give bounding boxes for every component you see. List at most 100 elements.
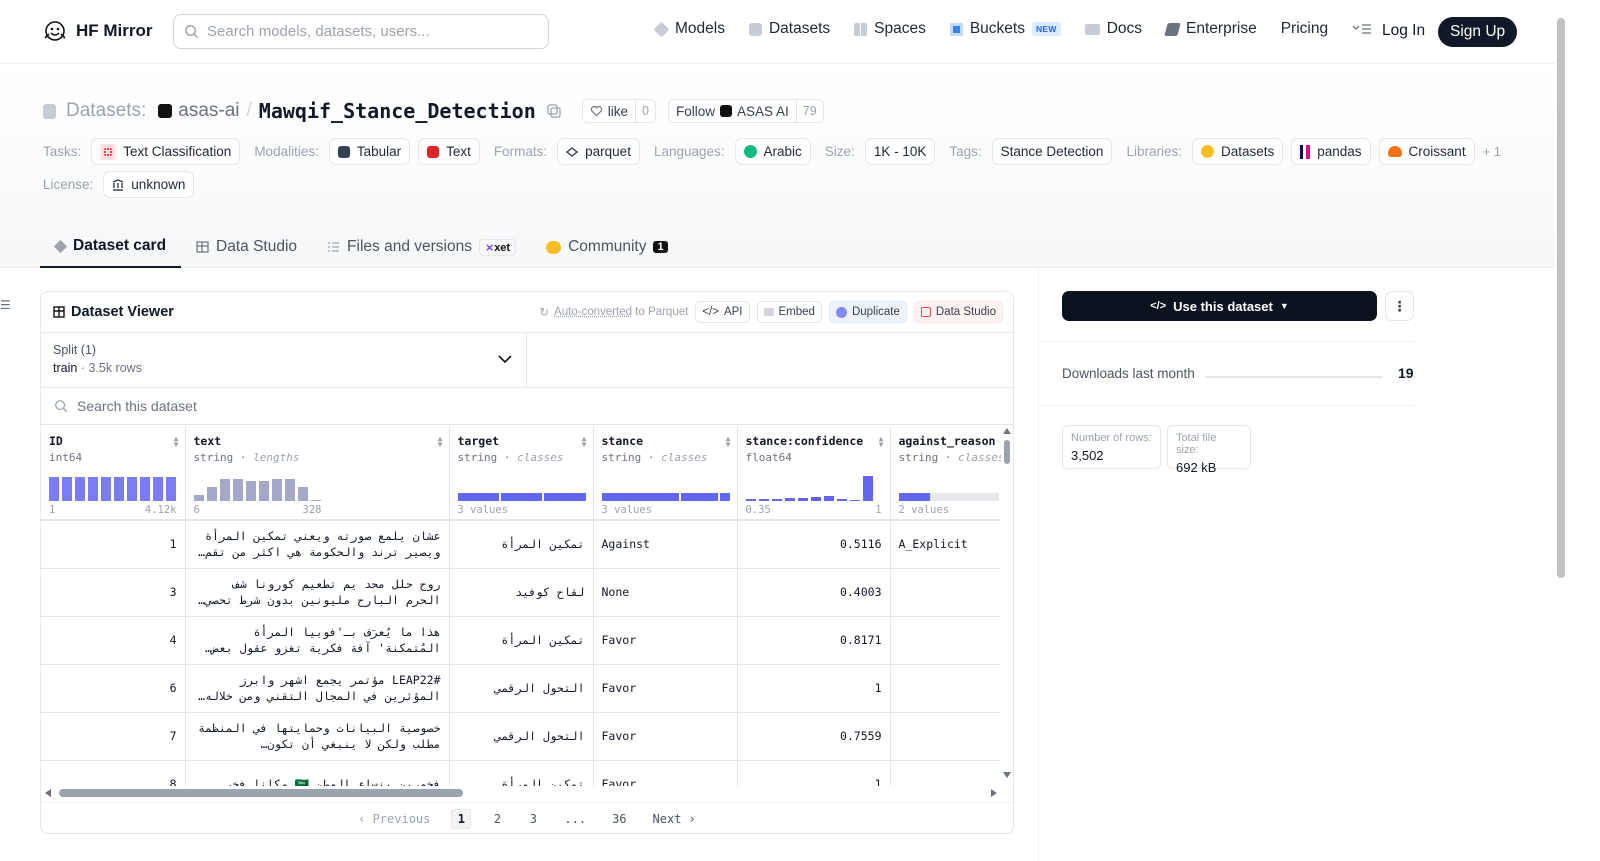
copy-icon[interactable] (546, 103, 562, 119)
cell-confidence[interactable]: 0.4003 (737, 568, 891, 617)
tag-modality-tabular[interactable]: Tabular (328, 138, 411, 165)
page-1-button[interactable]: 1 (451, 808, 472, 829)
page-2-button[interactable]: 2 (487, 810, 507, 828)
column-header-text[interactable]: text string · lengths ▲ ▼ 6 328 (185, 426, 450, 521)
page-scrollbar-thumb[interactable] (1557, 18, 1565, 578)
tag-topic[interactable]: Stance Detection (991, 138, 1113, 165)
tab-files-versions[interactable]: Files and versions ⨯xet (312, 226, 531, 268)
sort-icon[interactable]: ▲ ▼ (582, 435, 587, 449)
column-header-stance[interactable]: stance string · classes ▲ ▼ 3 values (593, 426, 738, 521)
table-row[interactable]: 8 فخورين بنساء الوطن 🇸🇦 وكلنا فخر تمكين ال… (41, 760, 1001, 786)
nav-enterprise[interactable]: Enterprise (1164, 20, 1257, 38)
search-input[interactable] (207, 23, 527, 40)
api-button[interactable]: </> API (695, 301, 750, 323)
cell-against-reason[interactable] (890, 568, 1001, 617)
cell-id[interactable]: 3 (41, 568, 186, 617)
cell-against-reason[interactable] (890, 712, 1001, 761)
nav-more-menu[interactable] (1352, 23, 1372, 35)
column-header-against-reason[interactable]: against_reason string · classes 2 values (890, 426, 1001, 521)
cell-against-reason[interactable]: A_Explicit (890, 520, 1001, 569)
like-button[interactable]: like 0 (581, 99, 656, 123)
cell-against-reason[interactable] (890, 664, 1001, 713)
previous-page-button[interactable]: ‹ Previous (353, 810, 435, 828)
tag-size[interactable]: 1K - 10K (864, 138, 936, 165)
cell-id[interactable]: 4 (41, 616, 186, 665)
cell-against-reason[interactable] (890, 616, 1001, 665)
global-search[interactable] (173, 14, 549, 49)
table-row[interactable]: 6 #LEAP22 مؤتمر يجمع اشهر وابرز المؤثرين … (41, 664, 1001, 713)
nav-spaces[interactable]: Spaces (854, 20, 926, 38)
page-36-button[interactable]: 36 (607, 810, 631, 828)
cell-target[interactable]: تمكين المرأة (449, 616, 594, 665)
page-scrollbar[interactable] (1555, 0, 1568, 861)
cell-text[interactable]: فخورين بنساء الوطن 🇸🇦 وكلنا فخر (185, 760, 450, 786)
cell-id[interactable]: 7 (41, 712, 186, 761)
cell-text[interactable]: #LEAP22 مؤتمر يجمع اشهر وابرز المؤثرين ف… (185, 664, 450, 713)
cell-confidence[interactable]: 0.7559 (737, 712, 891, 761)
tag-license[interactable]: unknown (103, 171, 195, 198)
more-options-button[interactable]: ⋮ (1385, 291, 1414, 321)
nav-docs[interactable]: Docs (1084, 20, 1142, 38)
tag-language[interactable]: Arabic (734, 138, 811, 165)
cell-stance[interactable]: Favor (593, 664, 738, 713)
nav-models[interactable]: Models (653, 20, 725, 38)
table-row[interactable]: 1 عشان يلمع صورته ويعني تمكين المرأة ويصي… (41, 520, 1001, 569)
page-3-button[interactable]: 3 (523, 810, 543, 828)
nav-pricing[interactable]: Pricing (1281, 20, 1328, 38)
cell-confidence[interactable]: 0.5116 (737, 520, 891, 569)
use-dataset-button[interactable]: </> Use this dataset ▼ (1062, 291, 1377, 321)
next-page-button[interactable]: Next › (648, 810, 701, 828)
cell-stance[interactable]: Favor (593, 712, 738, 761)
split-selector[interactable]: Split (1) train · 3.5k rows (41, 333, 527, 387)
sort-icon[interactable]: ▲ ▼ (879, 435, 884, 449)
more-libraries-link[interactable]: + 1 (1483, 144, 1501, 159)
follow-button[interactable]: Follow ASAS AI 79 (667, 99, 824, 123)
repo-owner[interactable]: asas-ai (178, 100, 239, 122)
cell-text[interactable]: خصوصية البيانات وحمايتها في المنظمة مطلب… (185, 712, 450, 761)
cell-confidence[interactable]: 1 (737, 760, 891, 786)
table-row[interactable]: 3 روح حلل محد يم تطعيم كورونا شف الحرم ال… (41, 568, 1001, 617)
tab-data-studio[interactable]: Data Studio (181, 226, 312, 268)
tag-library-pandas[interactable]: pandas (1291, 138, 1371, 165)
data-studio-button[interactable]: Data Studio (913, 301, 1003, 323)
tag-modality-text[interactable]: Text (418, 138, 480, 165)
cell-id[interactable]: 1 (41, 520, 186, 569)
cell-target[interactable]: التحول الرقمي (449, 664, 594, 713)
tag-format[interactable]: parquet (557, 138, 640, 165)
login-link[interactable]: Log In (1382, 22, 1425, 40)
sort-icon[interactable]: ▲ ▼ (726, 435, 731, 449)
tab-community[interactable]: Community 1 (531, 226, 683, 268)
cell-target[interactable]: تمكين المرأة (449, 760, 594, 786)
cell-stance[interactable]: Favor (593, 760, 738, 786)
cell-target[interactable]: التحول الرقمي (449, 712, 594, 761)
cell-stance[interactable]: Against (593, 520, 738, 569)
dataset-search-input[interactable] (77, 398, 477, 414)
sort-icon[interactable]: ▲ ▼ (174, 435, 179, 449)
cell-confidence[interactable]: 1 (737, 664, 891, 713)
signup-button[interactable]: Sign Up (1438, 17, 1518, 47)
table-row[interactable]: 4 هذا ما يُعرَف بـ'فوبيا المرأة المُتمكنة… (41, 616, 1001, 665)
cell-confidence[interactable]: 0.8171 (737, 616, 891, 665)
tag-library-datasets[interactable]: Datasets (1191, 138, 1284, 165)
nav-datasets[interactable]: Datasets (748, 20, 830, 38)
tab-dataset-card[interactable]: Dataset card (40, 226, 182, 268)
sort-icon[interactable]: ▲ ▼ (438, 435, 443, 449)
cell-stance[interactable]: None (593, 568, 738, 617)
cell-id[interactable]: 6 (41, 664, 186, 713)
vertical-scrollbar[interactable] (1002, 428, 1012, 778)
nav-buckets[interactable]: Buckets NEW (949, 20, 1061, 38)
table-row[interactable]: 7 خصوصية البيانات وحمايتها في المنظمة مطل… (41, 712, 1001, 761)
column-header-id[interactable]: ID int64 ▲ ▼ 1 4.12k (41, 426, 186, 521)
cell-text[interactable]: روح حلل محد يم تطعيم كورونا شف الحرم الب… (185, 568, 450, 617)
cell-text[interactable]: عشان يلمع صورته ويعني تمكين المرأة ويصير… (185, 520, 450, 569)
cell-text[interactable]: هذا ما يُعرَف بـ'فوبيا المرأة المُتمكنة'… (185, 616, 450, 665)
brand-logo[interactable]: HF Mirror (42, 18, 153, 44)
horizontal-scrollbar[interactable] (45, 788, 997, 798)
auto-converted-link[interactable]: Auto-converted (554, 306, 632, 318)
cell-target[interactable]: لقاح كوفيد (449, 568, 594, 617)
tag-task[interactable]: Text Classification (91, 138, 241, 165)
cell-stance[interactable]: Favor (593, 616, 738, 665)
column-header-confidence[interactable]: stance:confidence float64 ▲ ▼ 0.35 1 (737, 426, 891, 521)
dataset-search[interactable] (41, 388, 1013, 425)
cell-against-reason[interactable] (890, 760, 1001, 786)
